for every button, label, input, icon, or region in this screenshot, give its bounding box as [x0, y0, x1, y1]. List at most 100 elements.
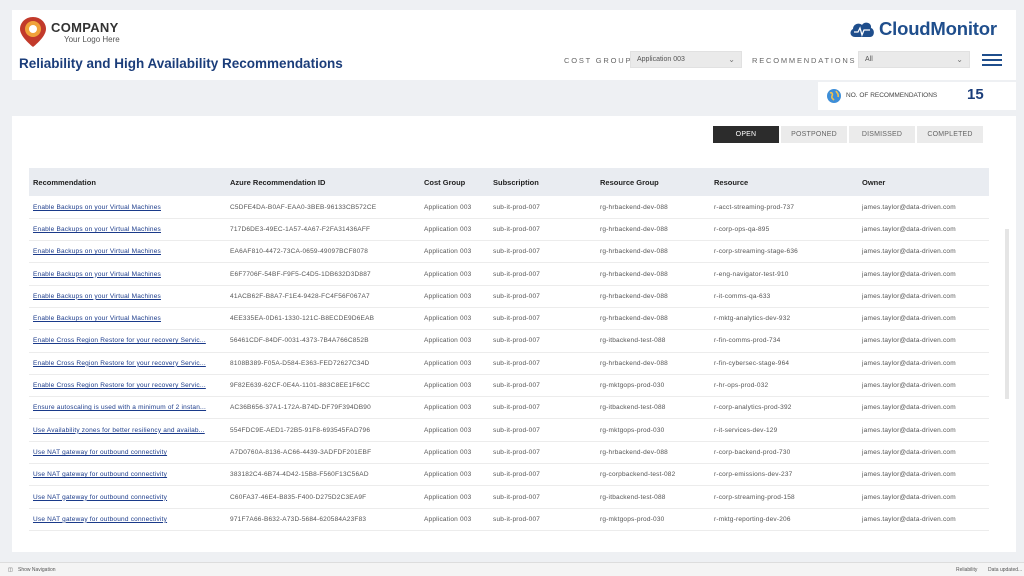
resource-group-cell: rg-hrbackend-dev-088: [596, 240, 710, 264]
resource-cell: r-hr-ops-prod-032: [710, 374, 858, 398]
cloud-icon: [850, 22, 874, 38]
resource-group-cell: rg-mktgops-prod-030: [596, 508, 710, 531]
page-title: Reliability and High Availability Recomm…: [19, 56, 343, 71]
status-tabs: OPEN POSTPONED DISMISSED COMPLETED: [713, 126, 985, 143]
column-header[interactable]: Azure Recommendation ID: [226, 168, 420, 196]
column-header[interactable]: Owner: [858, 168, 989, 196]
subscription-cell: sub-it-prod-007: [489, 418, 596, 442]
resource-group-cell: rg-itbackend-test-088: [596, 485, 710, 509]
subscription-cell: sub-it-prod-007: [489, 352, 596, 375]
cost-group-cell: Application 003: [420, 240, 489, 264]
recommendation-link[interactable]: Enable Backups on your Virtual Machines: [29, 307, 226, 331]
owner-cell: james.taylor@data-driven.com: [858, 240, 989, 264]
vertical-scrollbar[interactable]: [1005, 229, 1009, 399]
recommendation-link[interactable]: Use NAT gateway for outbound connectivit…: [29, 485, 226, 509]
column-header[interactable]: Subscription: [489, 168, 596, 196]
table-row[interactable]: Enable Cross Region Restore for your rec…: [29, 329, 989, 353]
table-row[interactable]: Enable Backups on your Virtual Machines E…: [29, 240, 989, 264]
recommendation-id: E6F7706F-54BF-F9F5-C4D5-1DB632D3D887: [226, 262, 420, 286]
chevron-down-icon: ⌄: [728, 55, 735, 64]
data-status: Data updated...: [988, 567, 1023, 573]
table-row[interactable]: Enable Backups on your Virtual Machines E…: [29, 262, 989, 286]
cost-group-cell: Application 003: [420, 329, 489, 353]
tab-completed[interactable]: COMPLETED: [917, 126, 983, 143]
column-header[interactable]: Resource: [710, 168, 858, 196]
owner-cell: james.taylor@data-driven.com: [858, 329, 989, 353]
table-row[interactable]: Enable Backups on your Virtual Machines 4…: [29, 285, 989, 308]
subscription-cell: sub-it-prod-007: [489, 485, 596, 509]
table-row[interactable]: Enable Backups on your Virtual Machines 7…: [29, 218, 989, 242]
recommendation-id: 383182C4-6B74-4D42-15B8-F560F13C56AD: [226, 463, 420, 487]
cost-group-cell: Application 003: [420, 441, 489, 465]
cost-group-cell: Application 003: [420, 485, 489, 509]
recommendation-id: C60FA37-46E4-B835-F400-D275D2C3EA9F: [226, 485, 420, 509]
recommendation-link[interactable]: Enable Backups on your Virtual Machines: [29, 285, 226, 308]
column-header[interactable]: Resource Group: [596, 168, 710, 196]
resource-group-cell: rg-corpbackend-test-082: [596, 463, 710, 487]
recommendation-id: 971F7A66-B632-A73D-5684-620584A23F83: [226, 508, 420, 531]
menu-icon[interactable]: [982, 54, 1002, 66]
recommendation-link[interactable]: Enable Cross Region Restore for your rec…: [29, 352, 226, 375]
resource-group-cell: rg-hrbackend-dev-088: [596, 352, 710, 375]
owner-cell: james.taylor@data-driven.com: [858, 485, 989, 509]
subscription-cell: sub-it-prod-007: [489, 508, 596, 531]
report-header: COMPANY Your Logo Here Reliability and H…: [12, 10, 1016, 80]
subscription-cell: sub-it-prod-007: [489, 262, 596, 286]
cost-group-cell: Application 003: [420, 396, 489, 420]
recommendation-link[interactable]: Enable Backups on your Virtual Machines: [29, 218, 226, 242]
company-logo-icon: [20, 17, 46, 47]
subscription-cell: sub-it-prod-007: [489, 240, 596, 264]
tab-dismissed[interactable]: DISMISSED: [849, 126, 915, 143]
recommendation-id: 554FDC9E-AED1-72B5-91F8-693545FAD796: [226, 418, 420, 442]
owner-cell: james.taylor@data-driven.com: [858, 418, 989, 442]
show-navigation-link[interactable]: Show Navigation: [18, 567, 56, 573]
recommendation-link[interactable]: Enable Cross Region Restore for your rec…: [29, 329, 226, 353]
resource-group-cell: rg-itbackend-test-088: [596, 396, 710, 420]
chevron-down-icon: ⌄: [956, 55, 963, 64]
cost-group-cell: Application 003: [420, 218, 489, 242]
column-header[interactable]: Cost Group: [420, 168, 489, 196]
recommendation-id: EA6AF810-4472-73CA-0659-49097BCF8078: [226, 240, 420, 264]
recommendation-link[interactable]: Use NAT gateway for outbound connectivit…: [29, 441, 226, 465]
table-row[interactable]: Use NAT gateway for outbound connectivit…: [29, 441, 989, 465]
table-row[interactable]: Enable Backups on your Virtual Machines C…: [29, 196, 989, 219]
recommendations-dropdown[interactable]: All ⌄: [858, 51, 970, 68]
page-name[interactable]: Reliability: [956, 567, 977, 573]
recommendation-link[interactable]: Ensure autoscaling is used with a minimu…: [29, 396, 226, 420]
show-navigation-icon[interactable]: ◫: [8, 567, 13, 573]
brand-name: CloudMonitor: [879, 18, 997, 39]
globe-icon: [827, 89, 841, 103]
table-row[interactable]: Enable Cross Region Restore for your rec…: [29, 352, 989, 375]
recommendation-link[interactable]: Use NAT gateway for outbound connectivit…: [29, 508, 226, 531]
recommendation-link[interactable]: Use Availability zones for better resili…: [29, 418, 226, 442]
cost-group-cell: Application 003: [420, 307, 489, 331]
kpi-value: 15: [967, 86, 984, 103]
table-row[interactable]: Use NAT gateway for outbound connectivit…: [29, 485, 989, 509]
recommendation-link[interactable]: Use NAT gateway for outbound connectivit…: [29, 463, 226, 487]
tab-postponed[interactable]: POSTPONED: [781, 126, 847, 143]
recommendation-link[interactable]: Enable Cross Region Restore for your rec…: [29, 374, 226, 398]
owner-cell: james.taylor@data-driven.com: [858, 374, 989, 398]
table-row[interactable]: Enable Backups on your Virtual Machines 4…: [29, 307, 989, 331]
kpi-label: NO. OF RECOMMENDATIONS: [846, 92, 938, 99]
table-row[interactable]: Use Availability zones for better resili…: [29, 418, 989, 442]
table-row[interactable]: Enable Cross Region Restore for your rec…: [29, 374, 989, 398]
recommendation-link[interactable]: Enable Backups on your Virtual Machines: [29, 262, 226, 286]
subscription-cell: sub-it-prod-007: [489, 396, 596, 420]
resource-cell: r-corp-backend-prod-730: [710, 441, 858, 465]
tab-open[interactable]: OPEN: [713, 126, 779, 143]
column-header[interactable]: Recommendation: [29, 168, 226, 196]
table-row[interactable]: Use NAT gateway for outbound connectivit…: [29, 508, 989, 531]
recommendation-id: 717D6DE3-49EC-1A57-4A67-F2FA31436AFF: [226, 218, 420, 242]
resource-cell: r-corp-streaming-stage-636: [710, 240, 858, 264]
owner-cell: james.taylor@data-driven.com: [858, 352, 989, 375]
recommendation-link[interactable]: Enable Backups on your Virtual Machines: [29, 196, 226, 219]
cost-group-cell: Application 003: [420, 463, 489, 487]
recommendation-link[interactable]: Enable Backups on your Virtual Machines: [29, 240, 226, 264]
resource-group-cell: rg-itbackend-test-088: [596, 329, 710, 353]
subscription-cell: sub-it-prod-007: [489, 196, 596, 219]
table-row[interactable]: Use NAT gateway for outbound connectivit…: [29, 463, 989, 487]
resource-cell: r-fin-comms-prod-734: [710, 329, 858, 353]
table-row[interactable]: Ensure autoscaling is used with a minimu…: [29, 396, 989, 420]
cost-group-dropdown[interactable]: Application 003 ⌄: [630, 51, 742, 68]
